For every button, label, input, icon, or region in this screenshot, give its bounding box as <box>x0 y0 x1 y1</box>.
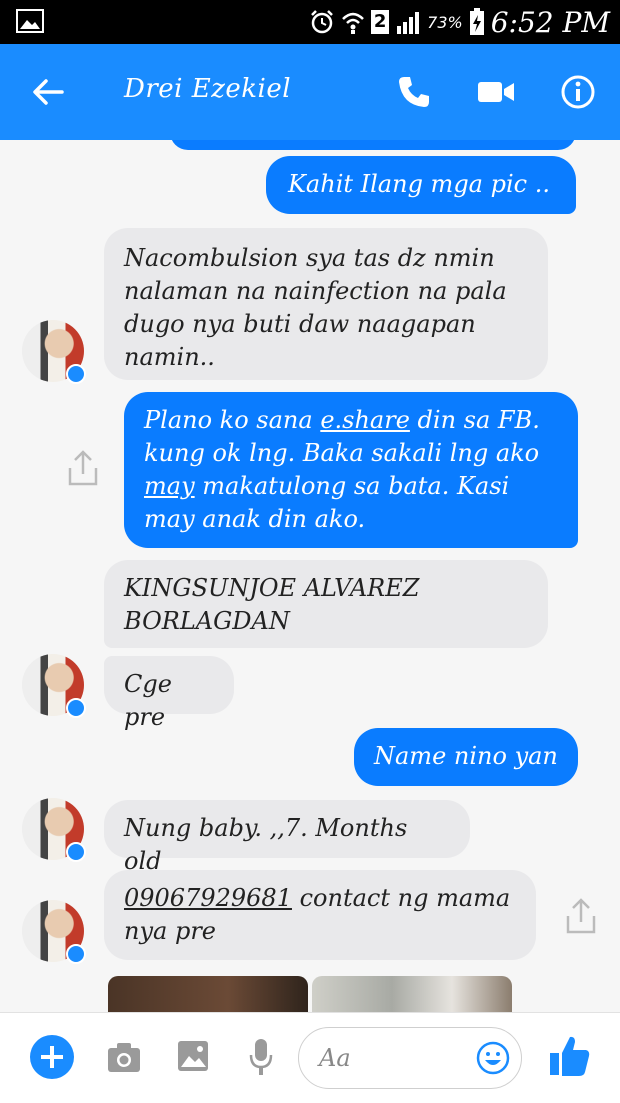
message-input[interactable]: Aa <box>298 1027 522 1089</box>
add-button[interactable] <box>30 1035 74 1079</box>
camera-icon[interactable] <box>106 1039 142 1075</box>
message-bubble-incoming[interactable]: Nacombulsion sya tas dz nmin nalaman na … <box>104 228 548 380</box>
message-text: Name nino yan <box>374 742 558 770</box>
messenger-badge-icon <box>66 364 86 384</box>
back-arrow-icon[interactable] <box>30 74 66 110</box>
share-icon[interactable] <box>64 448 102 488</box>
alarm-icon <box>311 10 334 34</box>
emoji-icon[interactable] <box>475 1040 511 1076</box>
message-bubble-outgoing[interactable]: Name nino yan <box>354 728 578 786</box>
gallery-icon[interactable] <box>176 1039 210 1073</box>
contact-avatar[interactable] <box>22 900 86 964</box>
battery-charging-icon <box>469 8 484 35</box>
photo-attachment[interactable] <box>108 976 308 1012</box>
plus-icon <box>41 1046 63 1068</box>
contact-avatar[interactable] <box>22 654 86 718</box>
info-icon[interactable] <box>560 74 596 110</box>
sim-indicator: 2 <box>371 10 390 34</box>
message-composer: Aa <box>0 1012 620 1103</box>
photo-attachment[interactable] <box>312 976 512 1012</box>
messenger-badge-icon <box>66 842 86 862</box>
signal-icon <box>397 12 420 34</box>
message-bubble-partial <box>170 140 576 150</box>
video-call-icon[interactable] <box>476 76 516 108</box>
phone-number-link[interactable]: 09067929681 <box>124 884 292 912</box>
message-bubble-outgoing[interactable]: Kahit Ilang mga pic .. <box>266 156 576 214</box>
message-link[interactable]: may <box>144 472 195 500</box>
message-text: makatulong sa bata. Kasi may anak din ak… <box>144 472 510 533</box>
message-bubble-outgoing[interactable]: Plano ko sana e.share din sa FB. kung ok… <box>124 392 578 548</box>
wifi-icon <box>342 12 365 34</box>
contact-name[interactable]: Drei Ezekiel <box>124 74 291 104</box>
thumbs-up-icon[interactable] <box>548 1033 592 1079</box>
message-bubble-incoming[interactable]: Nung baby. ,,7. Months old <box>104 800 470 875</box>
message-text: Plano ko sana <box>144 406 321 434</box>
phone-call-icon[interactable] <box>396 74 432 110</box>
message-link[interactable]: e.share <box>320 406 410 434</box>
message-bubble-incoming[interactable]: Cge pre <box>104 656 234 731</box>
message-input-placeholder: Aa <box>319 1044 351 1072</box>
messenger-badge-icon <box>66 944 86 964</box>
gallery-notification-icon <box>16 9 44 33</box>
message-text: Cge pre <box>124 670 172 731</box>
microphone-icon[interactable] <box>248 1037 274 1077</box>
status-bar: 2 73% 6:52 PM <box>0 0 620 44</box>
conversation-header: Drei Ezekiel <box>0 44 620 140</box>
clock: 6:52 PM <box>490 5 610 39</box>
message-text: Nung baby. ,,7. Months old <box>124 814 408 875</box>
message-text: KINGSUNJOE ALVAREZ BORLAGDAN <box>124 574 420 635</box>
contact-avatar[interactable] <box>22 320 86 384</box>
message-text: Kahit Ilang mga pic .. <box>288 170 550 198</box>
message-bubble-incoming[interactable]: KINGSUNJOE ALVAREZ BORLAGDAN <box>104 560 548 648</box>
messenger-badge-icon <box>66 698 86 718</box>
message-list[interactable]: Kahit Ilang mga pic .. Nacombulsion sya … <box>0 140 620 1012</box>
contact-avatar[interactable] <box>22 798 86 862</box>
battery-percent: 73% <box>427 12 463 32</box>
message-bubble-incoming[interactable]: 09067929681 contact ng mama nya pre <box>104 870 536 960</box>
message-text: Nacombulsion sya tas dz nmin nalaman na … <box>124 244 507 371</box>
share-icon[interactable] <box>562 896 600 936</box>
